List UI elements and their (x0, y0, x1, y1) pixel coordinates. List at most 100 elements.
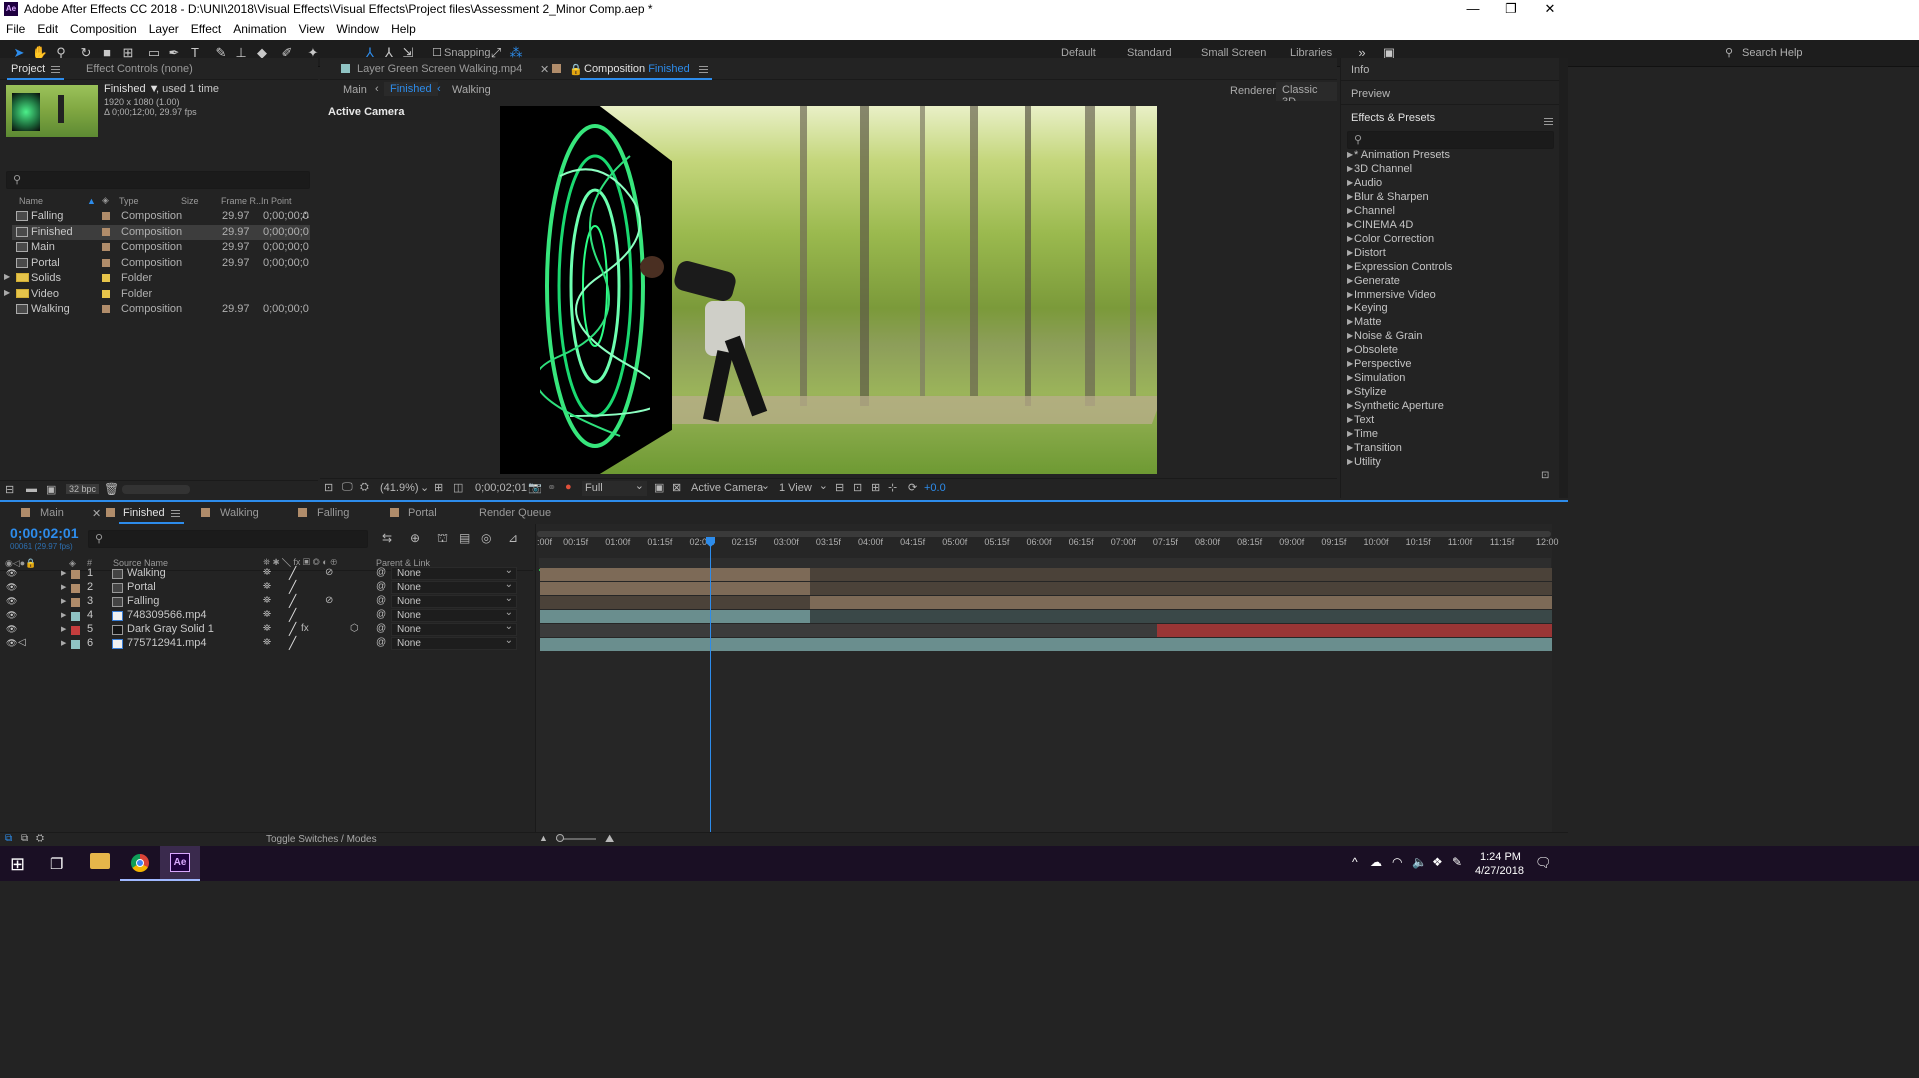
toggle-switches-modes-button[interactable]: Toggle Switches / Modes (266, 834, 377, 845)
tab-portal[interactable]: Portal (408, 507, 437, 519)
layer-duration-bar[interactable] (810, 568, 1552, 581)
parent-select[interactable]: None (391, 565, 517, 580)
preview-panel-tab[interactable]: Preview (1351, 88, 1390, 100)
fx-switch-icon[interactable]: fx (301, 623, 309, 634)
interpret-footage-icon[interactable]: ⊟ (5, 483, 14, 496)
parent-pickwhip-icon[interactable]: @ (376, 595, 386, 606)
nav-main[interactable]: Main (343, 84, 367, 96)
color-channels-icon[interactable]: ● (565, 481, 572, 493)
quality-switch-icon[interactable]: ╱ (289, 636, 296, 650)
project-item[interactable]: Walking Composition 29.97 0;00;00;0 (12, 302, 310, 317)
label-swatch[interactable] (102, 305, 110, 313)
project-search-input[interactable]: ⚲ (6, 171, 310, 189)
close-button[interactable]: ✕ (1527, 0, 1573, 19)
effect-category[interactable]: ▶ Noise & Grain (1343, 330, 1548, 344)
motion-blur-switch-icon[interactable]: ⊘ (325, 595, 333, 606)
panel-menu-icon[interactable] (1544, 118, 1553, 125)
shy-layers-icon[interactable]: ⛫ (437, 531, 448, 547)
menu-effect[interactable]: Effect (185, 19, 227, 36)
layer-duration-bar[interactable] (540, 582, 810, 595)
windows-start-icon[interactable]: ⊞ (10, 854, 25, 875)
tab-effect-controls[interactable]: Effect Controls (none) (86, 63, 193, 75)
eye-visibility-icon[interactable]: 👁 (6, 582, 17, 593)
thumbnail-slider[interactable] (122, 485, 190, 494)
snapshot-camera-icon[interactable]: 📷 (528, 481, 542, 494)
layer-label-swatch[interactable] (71, 640, 80, 649)
project-item[interactable]: Falling Composition 29.97 0;00;00;0 ⛬ (12, 209, 310, 224)
effect-category[interactable]: ▶ Text (1343, 414, 1548, 428)
parent-select[interactable]: None (391, 635, 517, 650)
eye-visibility-icon[interactable]: 👁 (6, 638, 17, 649)
effect-category[interactable]: ▶ Audio (1343, 177, 1548, 191)
expand-triangle-icon[interactable]: ▶ (61, 625, 66, 633)
new-folder-icon[interactable]: ▬ (26, 483, 37, 495)
timeline-search-input[interactable]: ⚲ (88, 530, 368, 548)
flowchart-icon[interactable]: ⛬ (302, 210, 309, 221)
eye-visibility-icon[interactable]: 👁 (6, 624, 17, 635)
menu-view[interactable]: View (293, 19, 331, 36)
audio-icon[interactable]: ◁ (18, 637, 26, 648)
tab-finished[interactable]: Finished (119, 507, 184, 524)
always-preview-icon[interactable]: ⊡ (324, 481, 333, 494)
monitor-icon[interactable]: 🖵 (342, 481, 353, 494)
layer-duration-bar[interactable] (810, 596, 1552, 609)
project-item[interactable]: ▶ Video Folder (4, 287, 310, 302)
parent-pickwhip-icon[interactable]: @ (376, 623, 386, 634)
quality-switch-icon[interactable]: ╱ (289, 608, 296, 622)
effect-category[interactable]: ▶ Channel (1343, 205, 1548, 219)
search-help-field[interactable]: ⚲ Search Help (1720, 45, 1910, 62)
label-swatch[interactable] (102, 274, 110, 282)
parent-select[interactable]: None (391, 593, 517, 608)
in-out-icon[interactable]: ⛭ (36, 833, 44, 844)
timeline-layer-row[interactable]: 👁 ▶ 1 Walking ⛯ ╱ ⊘ @ None (0, 565, 533, 581)
lock-icon[interactable]: 🔒 (569, 63, 583, 76)
menu-file[interactable]: File (0, 19, 31, 36)
col-in-point[interactable]: In Point (261, 196, 292, 206)
composition-frame[interactable] (500, 106, 1157, 474)
mask-visibility-icon[interactable]: ⛭ (360, 481, 369, 494)
toggle-pixel-aspect-icon[interactable]: ⊟ (835, 481, 844, 494)
effect-category[interactable]: ▶ Obsolete (1343, 344, 1548, 358)
layer-duration-bar[interactable] (540, 638, 1552, 651)
parent-pickwhip-icon[interactable]: @ (376, 609, 386, 620)
col-name[interactable]: Name (19, 196, 43, 206)
taskbar-chrome[interactable] (120, 846, 160, 881)
layer-duration-bar[interactable] (810, 610, 1552, 623)
effect-category[interactable]: ▶ Immersive Video (1343, 289, 1548, 303)
quality-switch-icon[interactable]: ╱ (289, 566, 296, 580)
project-item[interactable]: Main Composition 29.97 0;00;00;0 (12, 240, 310, 255)
col-frame-rate[interactable]: Frame R... (221, 196, 264, 206)
layer-label-swatch[interactable] (71, 584, 80, 593)
expand-triangle-icon[interactable]: ▶ (61, 639, 66, 647)
effect-category[interactable]: ▶ Utility (1343, 456, 1548, 470)
mask-path-icon[interactable]: ◫ (453, 481, 463, 494)
menu-animation[interactable]: Animation (227, 19, 292, 36)
eye-visibility-icon[interactable]: 👁 (6, 610, 17, 621)
tab-falling[interactable]: Falling (317, 507, 349, 519)
clock-date[interactable]: 4/27/2018 (1475, 865, 1524, 877)
frame-blending-icon[interactable]: ▤ (459, 531, 470, 545)
nav-finished[interactable]: Finished (384, 82, 438, 96)
zoom-select[interactable]: (41.9%) (380, 482, 419, 494)
transparency-grid-icon[interactable]: ⊠ (672, 481, 681, 494)
tab-project[interactable]: Project (6, 63, 65, 80)
effect-category[interactable]: ▶ Perspective (1343, 358, 1548, 372)
effects-presets-panel-tab[interactable]: Effects & Presets (1351, 112, 1435, 124)
layer-label-swatch[interactable] (71, 598, 80, 607)
effect-category[interactable]: ▶ Blur & Sharpen (1343, 191, 1548, 205)
quality-switch-icon[interactable]: ╱ (289, 622, 296, 636)
new-composition-icon[interactable]: ▣ (46, 483, 56, 496)
tab-main[interactable]: Main (40, 507, 64, 519)
bit-depth-button[interactable]: 32 bpc (66, 484, 100, 494)
effect-category[interactable]: ▶ Distort (1343, 247, 1548, 261)
effect-category[interactable]: ▶ Color Correction (1343, 233, 1548, 247)
parent-select[interactable]: None (391, 579, 517, 594)
label-swatch[interactable] (102, 258, 110, 267)
layer-label-swatch[interactable] (71, 626, 80, 635)
label-swatch[interactable] (102, 289, 110, 298)
new-preset-icon[interactable]: ⊡ (1541, 470, 1549, 481)
onedrive-icon[interactable]: ☁ (1370, 855, 1382, 869)
task-view-icon[interactable]: ❐ (50, 855, 63, 873)
timeline-icon[interactable]: ⊞ (871, 481, 880, 494)
layer-duration-bar[interactable] (810, 582, 1552, 595)
